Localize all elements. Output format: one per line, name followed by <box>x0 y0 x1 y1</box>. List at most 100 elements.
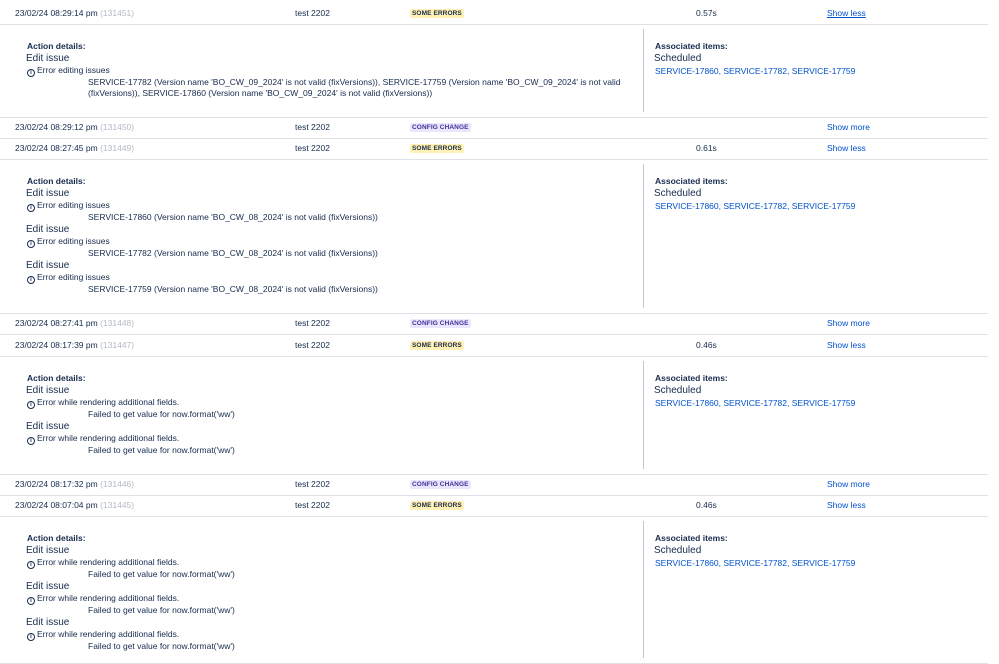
duration: 0.57s <box>696 8 717 18</box>
show-less-link[interactable]: Show less <box>827 335 866 356</box>
status-cell: CONFIG CHANGE <box>410 313 471 334</box>
show-less-link[interactable]: Show less <box>827 495 866 516</box>
table-row[interactable]: 23/02/24 08:27:41 pm (131448) test 2202 CO… <box>0 313 988 335</box>
rule-name: test 2202 <box>295 8 330 18</box>
table-row[interactable]: 23/02/24 08:29:12 pm (131450) test 2202 CO… <box>0 117 988 139</box>
error-line: i Error editing issues <box>27 200 110 212</box>
execution-id: (131447) <box>100 340 135 350</box>
action-details-panel: Action details: Edit issue i Error while re… <box>0 516 988 664</box>
panel-divider <box>643 164 644 308</box>
table-row[interactable]: 23/02/24 08:17:39 pm (131447) test 2202 SO… <box>0 335 988 357</box>
table-row[interactable]: 23/02/24 08:07:04 pm (131445) test 2202 SO… <box>0 495 988 517</box>
error-line: i Error editing issues <box>27 236 110 248</box>
info-icon: i <box>27 561 35 569</box>
issue-link[interactable]: SERVICE-17860 <box>655 398 719 408</box>
error-message: Failed to get value for now.format('ww') <box>88 605 235 615</box>
info-icon: i <box>27 69 35 77</box>
error-message: SERVICE-17759 (Version name 'BO_CW_08_20… <box>88 284 378 294</box>
error-text: Error editing issues <box>37 236 110 246</box>
table-row[interactable]: 23/02/24 08:27:45 pm (131449) test 2202 SO… <box>0 138 988 160</box>
execution-date: 23/02/24 08:17:32 pm (131446) <box>15 474 134 495</box>
execution-id: (131450) <box>100 122 135 132</box>
issue-link[interactable]: SERVICE-17860 <box>655 558 719 568</box>
issue-link[interactable]: SERVICE-17782 <box>723 201 787 211</box>
action-details-panel: Action details: Edit issue i Error editing … <box>0 159 988 314</box>
associated-items-heading: Associated items: <box>655 373 728 383</box>
action-details-heading: Action details: <box>27 533 86 543</box>
status-cell: SOME ERRORS <box>410 335 464 356</box>
issue-link[interactable]: SERVICE-17759 <box>792 201 856 211</box>
error-line: i Error while rendering additional fields… <box>27 593 179 605</box>
error-message: SERVICE-17860 (Version name 'BO_CW_08_20… <box>88 212 378 222</box>
error-message: Failed to get value for now.format('ww') <box>88 409 235 419</box>
rule-name: test 2202 <box>295 500 330 510</box>
error-line: i Error while rendering additional fields… <box>27 433 179 445</box>
show-more-link[interactable]: Show more <box>827 474 870 495</box>
execution-id: (131449) <box>100 143 135 153</box>
trigger-type: Scheduled <box>654 385 702 396</box>
action-details-panel: Action details: Edit issue i Error editing … <box>0 24 988 118</box>
show-less-link[interactable]: Show less <box>827 3 866 24</box>
associated-items-list: SERVICE-17860, SERVICE-17782, SERVICE-17… <box>655 398 855 408</box>
info-icon: i <box>27 597 35 605</box>
action-details-panel: Action details: Edit issue i Error while re… <box>0 356 988 475</box>
associated-items-heading: Associated items: <box>655 533 728 543</box>
show-less-link[interactable]: Show less <box>827 138 866 159</box>
action-title: Edit issue <box>26 53 70 64</box>
show-more-link[interactable]: Show more <box>827 117 870 138</box>
execution-date: 23/02/24 08:27:45 pm (131449) <box>15 138 134 159</box>
issue-link[interactable]: SERVICE-17860 <box>655 66 719 76</box>
action-title: Edit issue <box>26 385 70 396</box>
duration: 0.61s <box>696 143 717 153</box>
error-text: Error while rendering additional fields. <box>37 593 180 603</box>
issue-link[interactable]: SERVICE-17860 <box>655 201 719 211</box>
trigger-type: Scheduled <box>654 545 702 556</box>
rule-name: test 2202 <box>295 318 330 328</box>
rule-name: test 2202 <box>295 479 330 489</box>
status-badge: SOME ERRORS <box>410 144 464 154</box>
execution-id: (131446) <box>100 479 135 489</box>
issue-link[interactable]: SERVICE-17759 <box>792 66 856 76</box>
associated-items-heading: Associated items: <box>655 176 728 186</box>
error-line: i Error while rendering additional fields… <box>27 629 179 641</box>
date-text: 23/02/24 08:29:14 pm <box>15 8 98 18</box>
info-icon: i <box>27 276 35 284</box>
issue-link[interactable]: SERVICE-17782 <box>723 558 787 568</box>
execution-date: 23/02/24 08:07:04 pm (131445) <box>15 495 134 516</box>
table-row[interactable]: 23/02/24 08:17:32 pm (131446) test 2202 CO… <box>0 474 988 496</box>
action-details-heading: Action details: <box>27 373 86 383</box>
info-icon: i <box>27 437 35 445</box>
status-badge: SOME ERRORS <box>410 341 464 351</box>
error-line: i Error while rendering additional fields… <box>27 557 179 569</box>
execution-date: 23/02/24 08:17:39 pm (131447) <box>15 335 134 356</box>
action-title: Edit issue <box>26 421 70 432</box>
info-icon: i <box>27 240 35 248</box>
status-cell: CONFIG CHANGE <box>410 117 471 138</box>
action-title: Edit issue <box>26 188 70 199</box>
status-badge: CONFIG CHANGE <box>410 480 471 490</box>
error-text: Error while rendering additional fields. <box>37 629 180 639</box>
error-message: Failed to get value for now.format('ww') <box>88 445 235 455</box>
duration: 0.46s <box>696 340 717 350</box>
action-title: Edit issue <box>26 581 70 592</box>
table-row[interactable]: 23/02/24 08:29:14 pm (131451) test 2202 SO… <box>0 3 988 25</box>
error-text: Error while rendering additional fields. <box>37 433 180 443</box>
issue-link[interactable]: SERVICE-17759 <box>792 558 856 568</box>
date-text: 23/02/24 08:27:41 pm <box>15 318 98 328</box>
associated-items-list: SERVICE-17860, SERVICE-17782, SERVICE-17… <box>655 66 855 76</box>
date-text: 23/02/24 08:27:45 pm <box>15 143 98 153</box>
status-badge: SOME ERRORS <box>410 501 464 511</box>
issue-link[interactable]: SERVICE-17759 <box>792 398 856 408</box>
action-title: Edit issue <box>26 545 70 556</box>
issue-link[interactable]: SERVICE-17782 <box>723 398 787 408</box>
error-text: Error while rendering additional fields. <box>37 557 180 567</box>
duration: 0.46s <box>696 500 717 510</box>
trigger-type: Scheduled <box>654 53 702 64</box>
issue-link[interactable]: SERVICE-17782 <box>723 66 787 76</box>
execution-date: 23/02/24 08:29:12 pm (131450) <box>15 117 134 138</box>
show-more-link[interactable]: Show more <box>827 313 870 334</box>
status-badge: CONFIG CHANGE <box>410 319 471 329</box>
error-text: Error editing issues <box>37 272 110 282</box>
action-details-heading: Action details: <box>27 41 86 51</box>
rule-name: test 2202 <box>295 143 330 153</box>
